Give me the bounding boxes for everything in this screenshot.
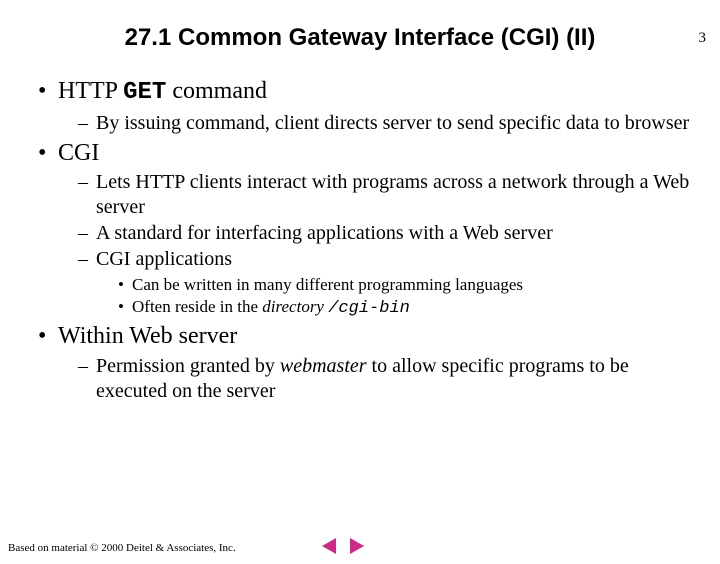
sub-bullet: By issuing command, client directs serve… [78,111,694,136]
mono-text: GET [123,79,166,106]
text: Permission granted by [96,355,280,377]
next-slide-button[interactable] [346,538,366,554]
text: command [166,78,267,104]
bullet-http-get: HTTP GET command By issuing command, cli… [38,76,694,136]
text: CGI [58,140,99,166]
italic-text: webmaster [280,355,367,377]
page-number: 3 [699,30,707,47]
bullet-within-web-server: Within Web server Permission granted by … [38,321,694,404]
footer-copyright: Based on material © 2000 Deitel & Associ… [8,542,236,554]
text: HTTP [58,78,123,104]
mono-italic-text: /cgi-bin [328,299,410,318]
prev-slide-button[interactable] [320,538,340,554]
sub-bullet: Lets HTTP clients interact with programs… [78,170,694,220]
sub-bullet: Permission granted by webmaster to allow… [78,354,694,404]
slide-content: HTTP GET command By issuing command, cli… [0,76,720,404]
text: Within Web server [58,323,237,349]
sub-bullet: A standard for interfacing applications … [78,221,694,246]
sub-bullet: CGI applications Can be written in many … [78,247,694,319]
nav-arrows [320,538,366,554]
bullet-cgi: CGI Lets HTTP clients interact with prog… [38,138,694,319]
text: CGI applications [96,248,232,270]
sub-sub-bullet: Can be written in many different program… [118,274,694,295]
italic-text: directory [262,297,328,316]
sub-sub-bullet: Often reside in the directory /cgi-bin [118,296,694,319]
text: Often reside in the [132,297,262,316]
slide-title: 27.1 Common Gateway Interface (CGI) (II) [0,24,720,52]
